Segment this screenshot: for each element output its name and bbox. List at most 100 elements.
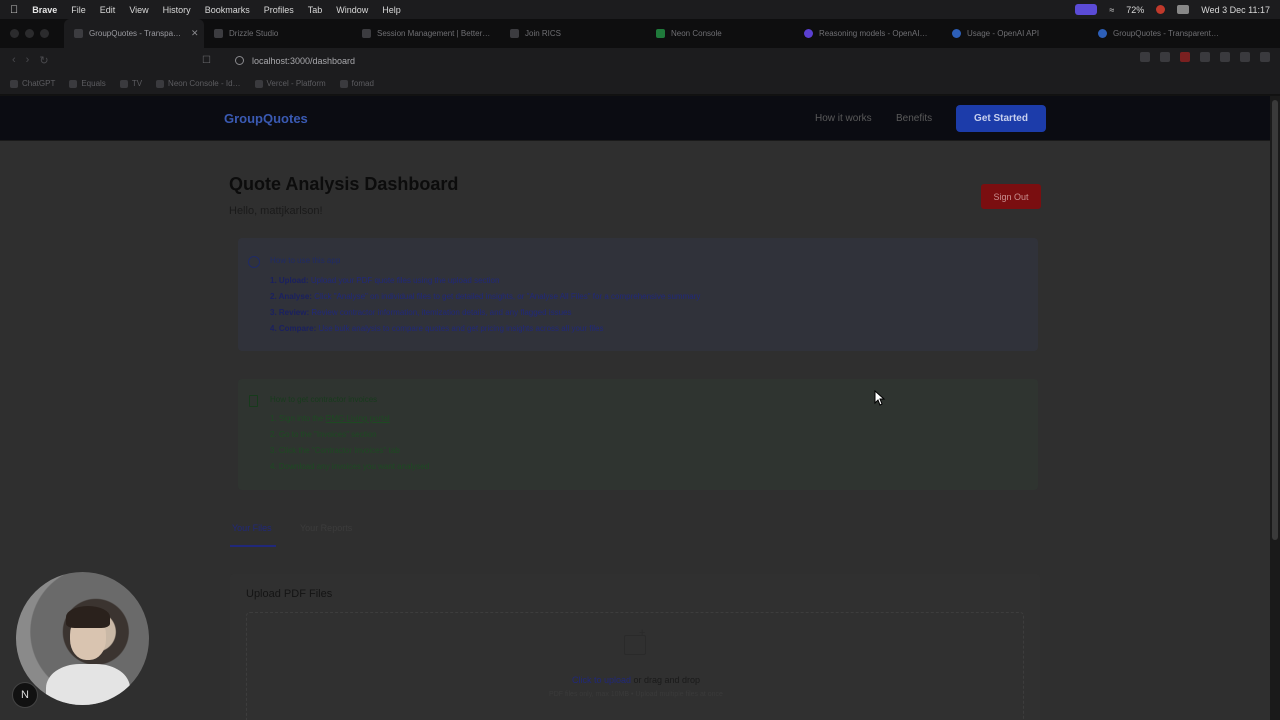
record-status-icon[interactable] <box>1156 5 1166 14</box>
menu-clock[interactable]: Wed 3 Dec 11:17 <box>1201 5 1270 15</box>
menu-history[interactable]: History <box>163 5 191 15</box>
control-center-icon[interactable] <box>1177 5 1190 14</box>
webcam-person <box>46 664 130 705</box>
bookmark-item[interactable]: ChatGPT <box>10 79 55 88</box>
step-label: 4. Compare: <box>270 324 317 333</box>
step-label: 2. Analyse: <box>270 292 312 301</box>
greeting: Hello, mattjkarlson! <box>229 205 323 217</box>
bookmark-item[interactable]: Neon Console - Id… <box>156 79 241 88</box>
page-title: Quote Analysis Dashboard <box>229 174 459 194</box>
document-icon <box>249 395 258 407</box>
browser-tab[interactable]: Session Management | Better… <box>352 19 500 48</box>
contractor-invoices-panel: How to get contractor invoices 1. Sign i… <box>238 379 1038 490</box>
wallet-icon[interactable] <box>1240 52 1250 62</box>
reload-icon[interactable]: ↻ <box>39 54 48 67</box>
menu-tab[interactable]: Tab <box>308 5 323 15</box>
web-viewport: GroupQuotes How it works Benefits Get St… <box>0 96 1280 720</box>
panel-heading: How to use this app <box>270 256 341 265</box>
forward-icon[interactable]: › <box>26 54 30 67</box>
bookmark-label: Vercel - Platform <box>266 79 326 88</box>
site-info-icon[interactable] <box>234 56 244 65</box>
folder-icon <box>339 79 348 88</box>
menu-profiles[interactable]: Profiles <box>264 5 294 15</box>
step-text: 1. Sign into the <box>270 414 326 423</box>
tab-label: GroupQuotes - Transparent… <box>1113 29 1219 38</box>
menu-window[interactable]: Window <box>336 5 368 15</box>
site-logo[interactable]: GroupQuotes <box>224 111 308 126</box>
apple-icon[interactable]:  <box>10 4 18 16</box>
tab-label: Reasoning models - OpenAI… <box>819 29 928 38</box>
bookmark-item[interactable]: Vercel - Platform <box>254 79 326 88</box>
bookmark-label: TV <box>131 79 143 88</box>
tab-label: Join RICS <box>525 29 562 38</box>
rmg-portal-link[interactable]: RMG Living portal <box>326 414 390 423</box>
minimize-window-icon[interactable] <box>25 29 34 38</box>
click-to-upload-link[interactable]: Click to upload <box>572 675 631 685</box>
howto-step: 4. Compare: Use bulk analysis to compare… <box>270 324 604 333</box>
browser-tab[interactable]: Drizzle Studio <box>204 19 352 48</box>
dropzone-text-rest: or drag and drop <box>631 675 701 685</box>
screen-recorder-icon[interactable] <box>1075 4 1098 15</box>
browser-tab[interactable]: GroupQuotes - Transparent… <box>1088 19 1236 48</box>
browser-tab[interactable]: Neon Console <box>646 19 794 48</box>
menu-view[interactable]: View <box>129 5 148 15</box>
menu-file[interactable]: File <box>71 5 86 15</box>
step-label: 1. Upload: <box>270 276 309 285</box>
upload-title: Upload PDF Files <box>246 588 333 600</box>
step-label: 3. Review: <box>270 308 310 317</box>
plus-icon: + <box>639 627 646 639</box>
dashboard-page: Quote Analysis Dashboard Hello, mattjkar… <box>0 141 1270 720</box>
howto-step: 3. Review: Review contractor information… <box>270 308 572 317</box>
share-icon[interactable] <box>1140 52 1150 62</box>
nav-benefits[interactable]: Benefits <box>896 113 932 124</box>
wifi-icon[interactable]: ≈ <box>1109 5 1114 15</box>
file-dropzone[interactable]: + Click to upload or drag and drop PDF f… <box>246 612 1024 720</box>
browser-tab[interactable]: Join RICS <box>500 19 646 48</box>
url-text[interactable]: localhost:3000/dashboard <box>252 56 355 66</box>
nav-how-it-works[interactable]: How it works <box>815 113 872 124</box>
dropzone-text: Click to upload or drag and drop <box>247 675 1025 685</box>
bookmark-favicon-icon <box>119 79 128 88</box>
active-tab-indicator <box>230 545 276 547</box>
tab-favicon-icon <box>952 29 961 38</box>
brave-shields-icon[interactable] <box>1160 52 1170 62</box>
browser-menu-icon[interactable] <box>1260 52 1270 62</box>
zoom-window-icon[interactable] <box>40 29 49 38</box>
extension-icon[interactable] <box>1200 52 1210 62</box>
invoice-step: 3. Click the "Contractor Invoices" tab <box>270 446 400 455</box>
get-started-button[interactable]: Get Started <box>956 105 1046 132</box>
howto-step: 1. Upload: Upload your PDF quote files u… <box>270 276 499 285</box>
browser-tab[interactable]: Reasoning models - OpenAI… <box>794 19 942 48</box>
bookmark-item[interactable]: TV <box>119 79 143 88</box>
back-icon[interactable]: ‹ <box>12 54 16 67</box>
battery-percent[interactable]: 72% <box>1126 5 1144 15</box>
tab-your-files[interactable]: Your Files <box>232 523 272 533</box>
bookmark-icon[interactable]: ☐ <box>202 55 211 66</box>
bookmark-favicon-icon <box>156 79 165 88</box>
sign-out-button[interactable]: Sign Out <box>981 184 1041 209</box>
extension-icon[interactable] <box>1180 52 1190 62</box>
browser-tab[interactable]: GroupQuotes - Transpa… ✕ <box>64 19 204 48</box>
page-scrollbar[interactable] <box>1270 96 1280 720</box>
bookmark-item[interactable]: Equals <box>69 79 106 88</box>
close-tab-icon[interactable]: ✕ <box>191 28 199 39</box>
tab-label: Session Management | Better… <box>377 29 491 38</box>
invoice-step: 2. Go to the "Invoices" section <box>270 430 377 439</box>
menu-help[interactable]: Help <box>382 5 401 15</box>
browser-tab[interactable]: Usage - OpenAI API <box>942 19 1088 48</box>
close-window-icon[interactable] <box>10 29 19 38</box>
tab-your-reports[interactable]: Your Reports <box>300 523 352 533</box>
macos-menu-bar:  Brave File Edit View History Bookmarks… <box>0 0 1280 19</box>
scrollbar-thumb[interactable] <box>1272 100 1278 540</box>
menu-edit[interactable]: Edit <box>100 5 116 15</box>
menu-bookmarks[interactable]: Bookmarks <box>205 5 250 15</box>
url-field[interactable]: localhost:3000/dashboard <box>234 51 935 70</box>
bookmark-item[interactable]: fomad <box>339 79 374 88</box>
step-text: Click "Analyse" on individual files to g… <box>311 292 701 301</box>
sidebar-icon[interactable] <box>1220 52 1230 62</box>
app-menu-brave[interactable]: Brave <box>32 5 57 15</box>
bookmark-label: fomad <box>351 79 374 88</box>
nextjs-badge[interactable]: N <box>12 682 38 708</box>
address-bar-row: ‹ › ↻ ☐ localhost:3000/dashboard <box>0 48 1280 73</box>
bookmark-label: ChatGPT <box>22 79 56 88</box>
